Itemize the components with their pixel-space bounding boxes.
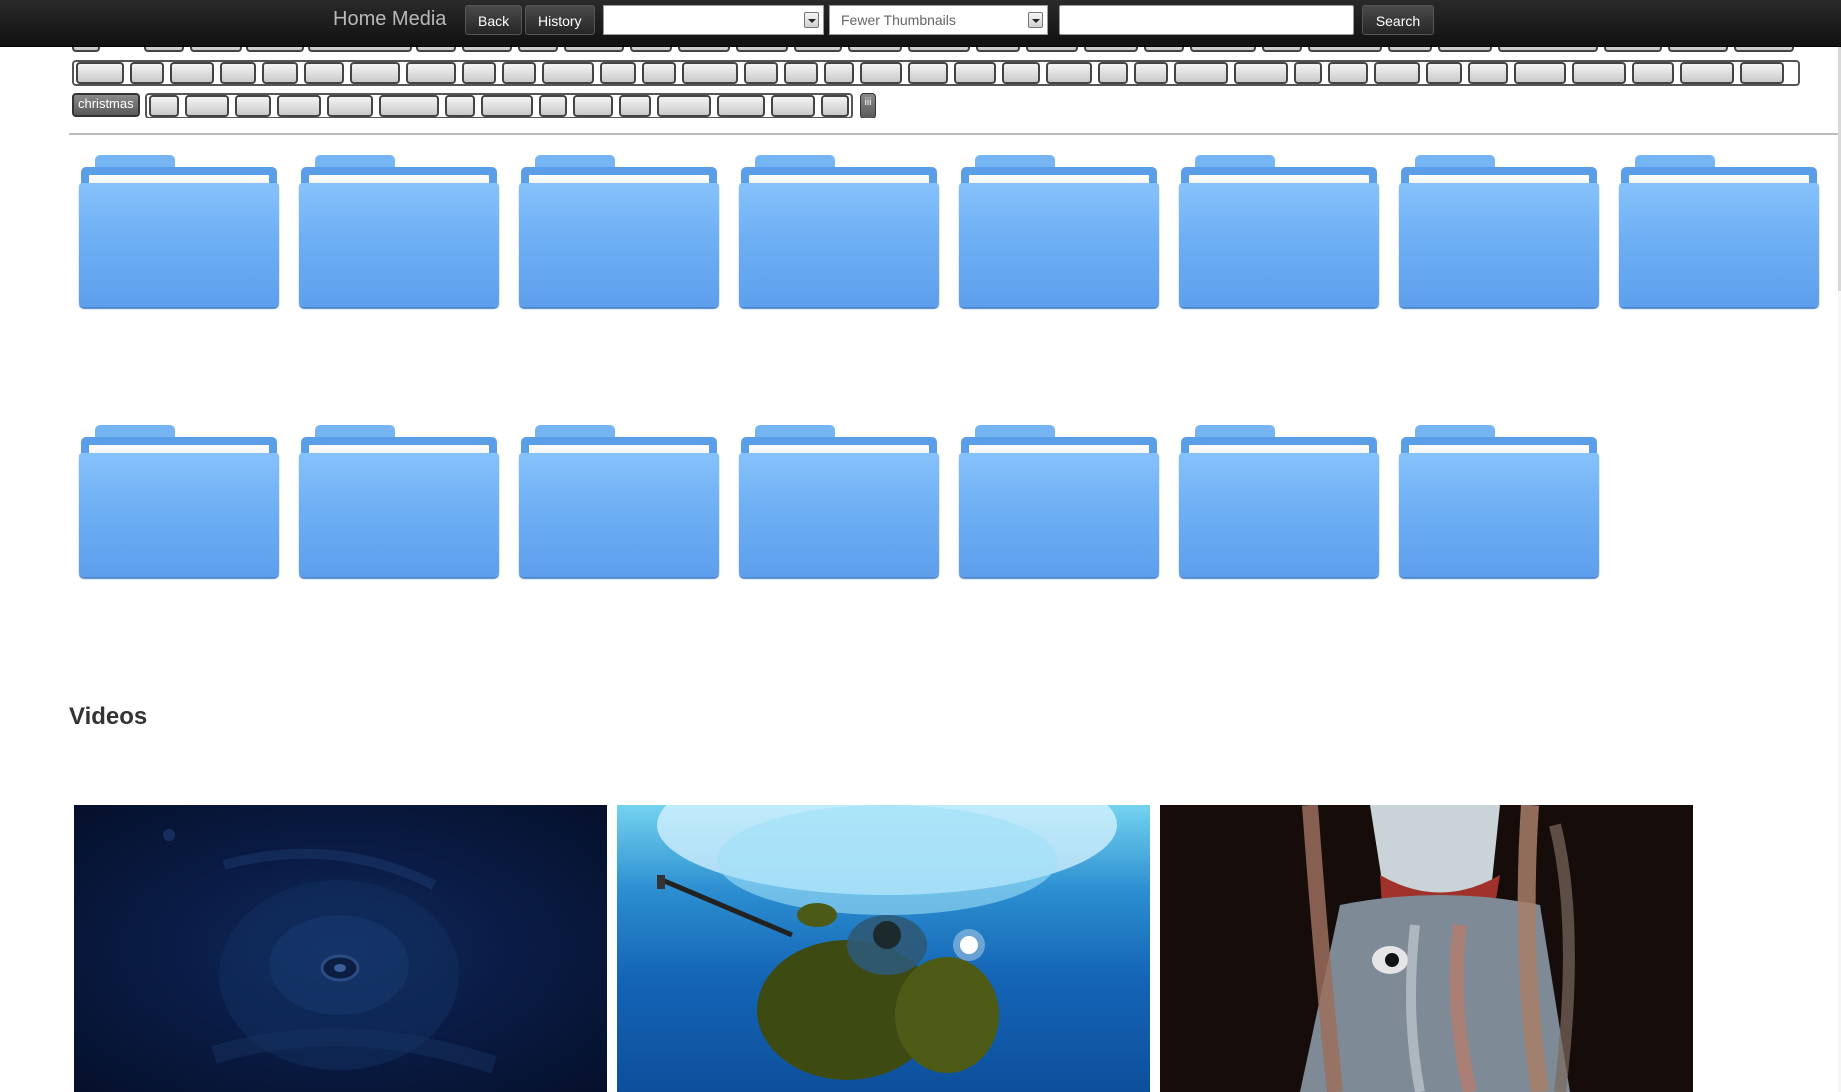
tag-button[interactable] [76,62,124,84]
tag-button[interactable] [542,62,594,84]
tag-button[interactable] [573,95,613,117]
app-brand[interactable]: Home Media [333,8,446,31]
folder-icon[interactable] [79,425,279,585]
folder-icon[interactable] [519,425,719,585]
tag-button[interactable] [821,95,849,117]
tag-button[interactable] [1174,62,1228,84]
tag-button[interactable] [619,95,651,117]
folder-icon[interactable] [79,155,279,315]
videos-heading: Videos [69,703,148,730]
tag-button[interactable] [717,95,765,117]
tag-button-christmas[interactable]: christmas [72,93,140,117]
thumbnail-size-select[interactable]: Fewer Thumbnails [829,5,1048,35]
tag-button[interactable] [170,62,214,84]
tag-button[interactable] [1572,62,1626,84]
tag-button[interactable] [1294,62,1322,84]
tag-button[interactable] [657,95,711,117]
tag-button[interactable] [406,62,456,84]
tag-button[interactable] [860,62,902,84]
tag-button[interactable] [149,95,179,117]
search-button[interactable]: Search [1362,5,1434,35]
tag-button[interactable] [262,62,298,84]
thumbnail-size-value: Fewer Thumbnails [841,12,956,28]
tag-button[interactable] [1632,62,1674,84]
tag-button[interactable] [1046,62,1092,84]
tag-button[interactable] [1374,62,1420,84]
tag-button[interactable] [1514,62,1566,84]
tag-button-iii[interactable]: iii [860,93,876,118]
tag-button[interactable] [1134,62,1168,84]
video-thumbnail[interactable] [617,805,1150,1092]
tag-button[interactable] [784,62,818,84]
tag-button[interactable] [954,62,996,84]
tag-button[interactable] [481,95,533,117]
folder-icon[interactable] [959,155,1159,315]
tag-button[interactable] [744,62,778,84]
folder-icon[interactable] [1619,155,1819,315]
folder-icon[interactable] [739,155,939,315]
video-thumbnail[interactable] [74,805,607,1092]
tag-button[interactable] [462,62,496,84]
folder-icon[interactable] [1179,155,1379,315]
folder-icon[interactable] [1399,155,1599,315]
search-input[interactable] [1059,5,1354,35]
tag-button[interactable] [304,62,344,84]
video-frame-image [163,829,497,1074]
tag-button[interactable] [642,62,676,84]
history-button[interactable]: History [525,5,595,35]
tag-button[interactable] [1680,62,1734,84]
folder-icon[interactable] [739,425,939,585]
section-divider [69,133,1841,135]
tag-button[interactable] [539,95,567,117]
tag-button[interactable] [185,95,229,117]
tag-button[interactable] [130,62,164,84]
tag-button[interactable] [1234,62,1288,84]
tag-button[interactable] [682,62,738,84]
tag-button[interactable] [824,62,854,84]
tag-button[interactable] [1426,62,1462,84]
tag-button[interactable] [771,95,815,117]
video-thumbnail[interactable] [1160,805,1693,1092]
dropdown-arrow-icon[interactable] [804,12,819,28]
tag-button[interactable] [1002,62,1040,84]
video-frame-image [657,805,1117,1080]
tag-button[interactable] [350,62,400,84]
tag-button[interactable] [1740,62,1784,84]
tag-button[interactable] [1468,62,1508,84]
folder-icon[interactable] [959,425,1159,585]
video-frame-image [1160,805,1693,1092]
top-navigation-bar: Home Media Back History Fewer Thumbnails… [0,0,1841,47]
tag-button[interactable] [908,62,948,84]
folder-icon[interactable] [1179,425,1379,585]
tag-button[interactable] [445,95,475,117]
tag-cloud: christmas iii [70,38,1810,118]
tag-button[interactable] [600,62,636,84]
tag-button[interactable] [1098,62,1128,84]
folder-icon[interactable] [299,155,499,315]
back-button[interactable]: Back [465,5,523,35]
tag-button[interactable] [502,62,536,84]
folder-select[interactable] [603,5,824,35]
tag-button[interactable] [277,95,321,117]
dropdown-arrow-icon[interactable] [1028,12,1043,28]
tag-button[interactable] [327,95,373,117]
folder-icon[interactable] [1399,425,1599,585]
folder-icon[interactable] [299,425,499,585]
folder-icon[interactable] [519,155,719,315]
tag-button[interactable] [1328,62,1368,84]
tag-button[interactable] [235,95,271,117]
tag-button[interactable] [220,62,256,84]
tag-button[interactable] [379,95,439,117]
